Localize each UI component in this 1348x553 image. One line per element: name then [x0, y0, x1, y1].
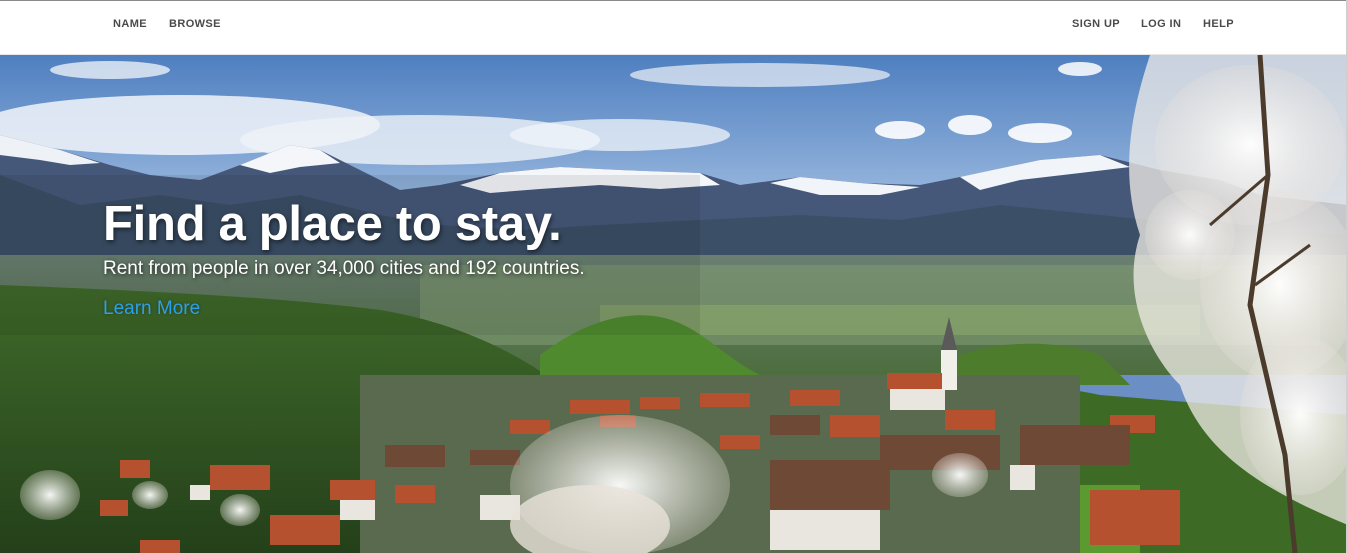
- nav-link-browse[interactable]: BROWSE: [169, 18, 221, 30]
- hero-title: Find a place to stay.: [103, 197, 562, 251]
- top-navbar: NAME BROWSE SIGN UP LOG IN HELP: [0, 0, 1348, 55]
- learn-more-link[interactable]: Learn More: [103, 298, 200, 320]
- nav-link-help[interactable]: HELP: [1203, 18, 1234, 30]
- hero-text-block: Find a place to stay. Rent from people i…: [103, 200, 585, 320]
- hero-banner: Find a place to stay. Rent from people i…: [0, 55, 1348, 553]
- nav-link-log-in[interactable]: LOG IN: [1141, 18, 1181, 30]
- page: NAME BROWSE SIGN UP LOG IN HELP Find a p…: [0, 0, 1348, 553]
- nav-link-name[interactable]: NAME: [113, 18, 147, 30]
- nav-link-sign-up[interactable]: SIGN UP: [1072, 18, 1120, 30]
- hero-subtitle: Rent from people in over 34,000 cities a…: [103, 258, 585, 279]
